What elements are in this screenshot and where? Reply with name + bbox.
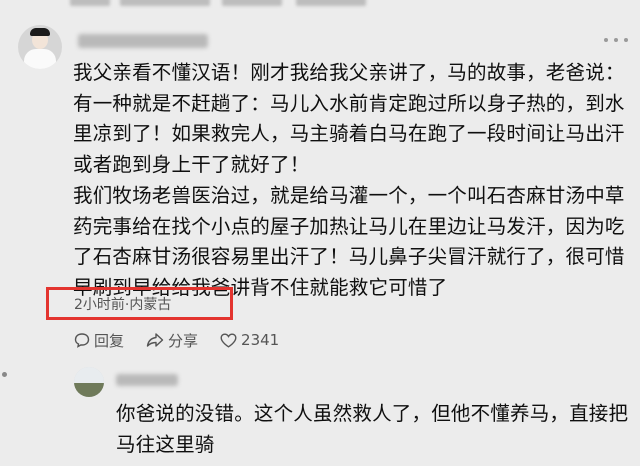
reply-name-blurred xyxy=(116,374,178,386)
commenter-name-blurred xyxy=(78,34,208,48)
reply-paragraph: 你爸说的没错。这个人虽然救人了，但他不懂养马，直接把马往这里骑 xyxy=(116,402,629,456)
reply-avatar[interactable] xyxy=(74,367,104,397)
share-button[interactable]: 分享 xyxy=(146,330,198,351)
like-button[interactable]: 2341 xyxy=(220,331,279,349)
comment-time-location: 2小时前·内蒙古 xyxy=(74,297,172,313)
reply-body: 你爸说的没错。这个人虽然救人了，但他不懂养马，直接把马往这里骑 xyxy=(116,398,636,460)
share-label: 分享 xyxy=(168,331,199,350)
heart-icon xyxy=(220,332,237,348)
commenter-avatar[interactable] xyxy=(18,25,62,69)
side-indicator-dot xyxy=(2,372,7,377)
like-count: 2341 xyxy=(241,331,280,349)
comment-paragraph: 我父亲看不懂汉语！刚才我给我父亲讲了，马的故事，老爸说：有一种就是不赶趟了：马儿… xyxy=(73,61,625,177)
comment-actions: 回复 分享 2341 xyxy=(74,329,301,351)
comment-paragraph: 我们牧场老兽医治过，就是给马灌一个，一个叫石杏麻甘汤中草药完事给在找个小点的屋子… xyxy=(73,183,625,299)
comment-body: 我父亲看不懂汉语！刚才我给我父亲讲了，马的故事，老爸说：有一种就是不赶趟了：马儿… xyxy=(73,58,633,304)
reply-bubble-icon xyxy=(74,333,90,348)
more-dots-icon[interactable] xyxy=(604,36,628,44)
reply-button[interactable]: 回复 xyxy=(74,330,124,351)
reply-label: 回复 xyxy=(94,331,125,350)
previous-content-blur xyxy=(0,0,640,12)
share-arrow-icon xyxy=(146,333,164,347)
